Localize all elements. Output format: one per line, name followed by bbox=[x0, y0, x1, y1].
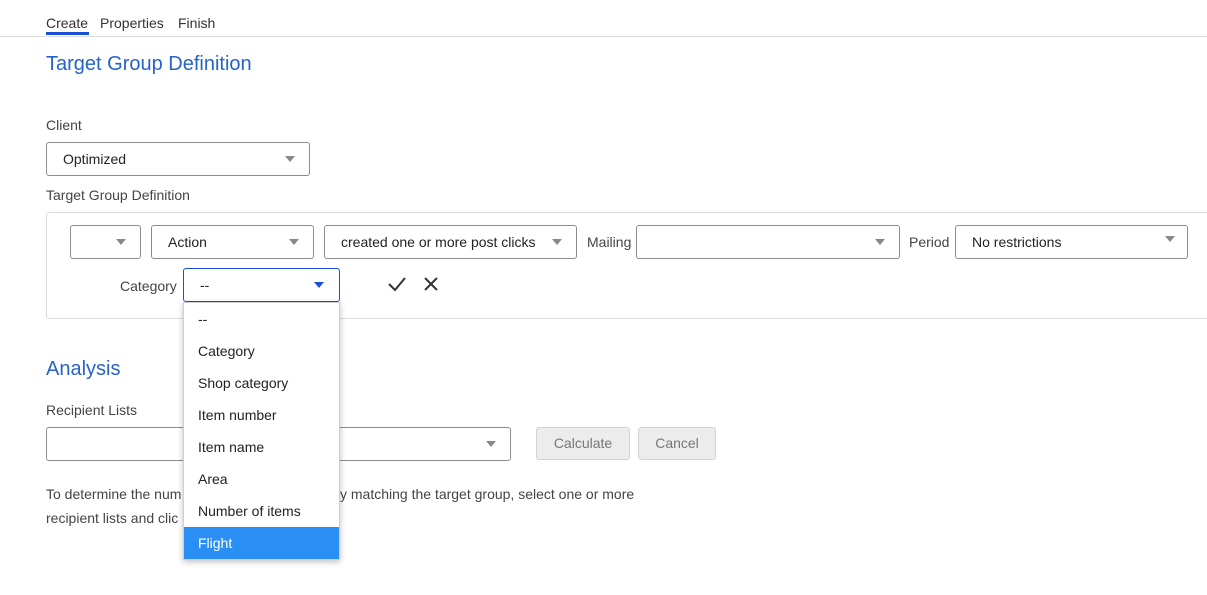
calculate-button[interactable]: Calculate bbox=[536, 427, 630, 460]
period-label: Period bbox=[909, 234, 950, 250]
category-select[interactable]: -- bbox=[183, 268, 340, 302]
chevron-down-icon bbox=[552, 239, 562, 245]
chevron-down-icon bbox=[289, 239, 299, 245]
mailing-select[interactable] bbox=[636, 225, 900, 259]
dropdown-option[interactable]: Number of items bbox=[184, 495, 339, 527]
client-select-value: Optimized bbox=[63, 151, 127, 167]
chevron-down-icon bbox=[314, 282, 324, 288]
tabs-divider bbox=[0, 36, 1207, 37]
recipient-lists-label: Recipient Lists bbox=[46, 402, 138, 418]
action-select-value: created one or more post clicks bbox=[341, 234, 536, 250]
category-dropdown-list: -- Category Shop category Item number It… bbox=[183, 302, 340, 560]
tab-create[interactable]: Create bbox=[46, 15, 88, 31]
type-select-value: Action bbox=[168, 234, 207, 250]
tab-properties[interactable]: Properties bbox=[100, 15, 164, 31]
dropdown-option[interactable]: Category bbox=[184, 335, 339, 367]
dropdown-option[interactable]: Item number bbox=[184, 399, 339, 431]
help-text-line1-start: To determine the num bbox=[46, 486, 182, 502]
page-title: Target Group Definition bbox=[46, 53, 252, 75]
help-text-line1-end: y matching the target group, select one … bbox=[340, 486, 635, 502]
help-text-line2-start: recipient lists and clic bbox=[46, 510, 179, 526]
chevron-down-icon bbox=[1165, 236, 1175, 242]
period-select[interactable]: No restrictions bbox=[955, 225, 1188, 259]
chevron-down-icon bbox=[875, 239, 885, 245]
check-icon[interactable] bbox=[386, 273, 408, 295]
analysis-title: Analysis bbox=[46, 358, 121, 380]
active-tab-indicator bbox=[46, 32, 89, 35]
category-select-value: -- bbox=[200, 277, 210, 293]
dropdown-option[interactable]: Item name bbox=[184, 431, 339, 463]
action-select[interactable]: created one or more post clicks bbox=[324, 225, 577, 259]
definition-label: Target Group Definition bbox=[46, 187, 190, 203]
dropdown-option[interactable]: Shop category bbox=[184, 367, 339, 399]
mailing-label: Mailing bbox=[587, 234, 632, 250]
type-select[interactable]: Action bbox=[151, 225, 314, 259]
chevron-down-icon bbox=[486, 441, 496, 447]
category-label: Category bbox=[120, 278, 177, 294]
client-label: Client bbox=[46, 117, 82, 133]
close-icon[interactable] bbox=[420, 273, 442, 295]
cancel-button[interactable]: Cancel bbox=[638, 427, 716, 460]
chevron-down-icon bbox=[285, 156, 295, 162]
dropdown-option[interactable]: -- bbox=[184, 303, 339, 335]
tab-finish[interactable]: Finish bbox=[178, 15, 215, 31]
dropdown-option-highlighted[interactable]: Flight bbox=[184, 527, 339, 559]
period-select-value: No restrictions bbox=[972, 234, 1062, 250]
client-select[interactable]: Optimized bbox=[46, 142, 310, 176]
chevron-down-icon bbox=[116, 239, 126, 245]
operator-select[interactable] bbox=[70, 225, 141, 259]
dropdown-option[interactable]: Area bbox=[184, 463, 339, 495]
